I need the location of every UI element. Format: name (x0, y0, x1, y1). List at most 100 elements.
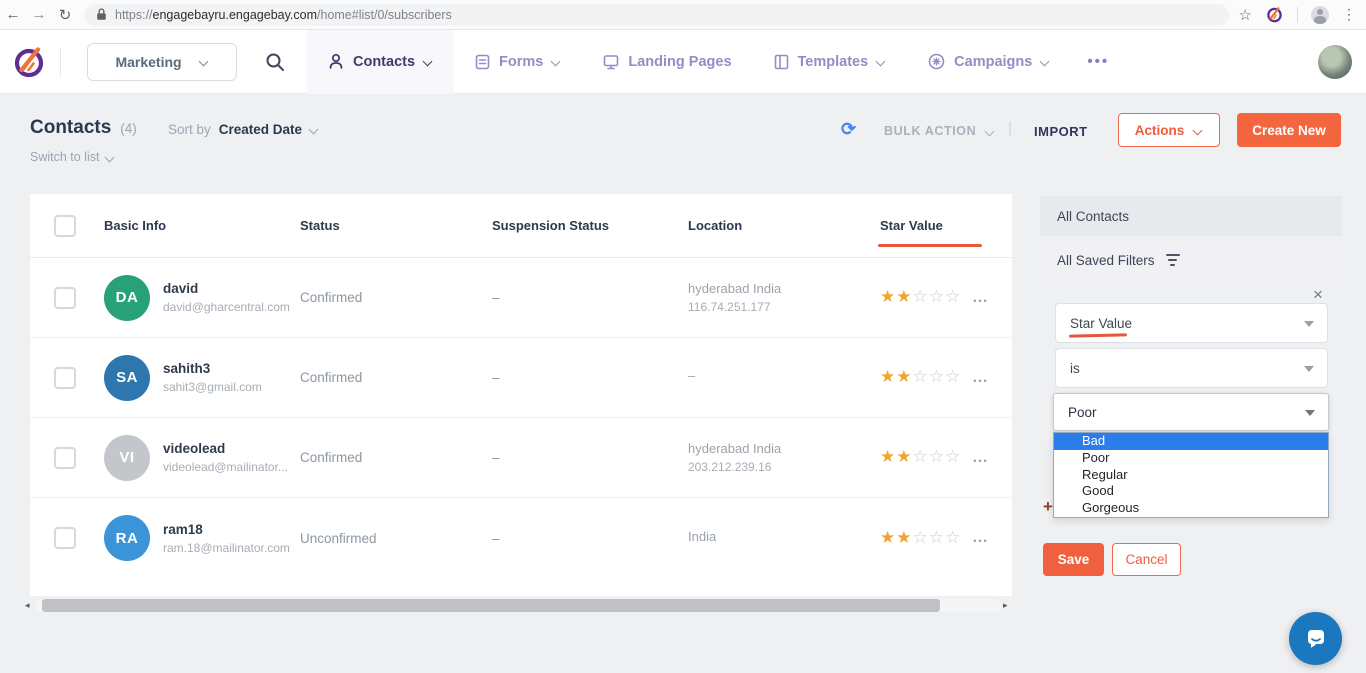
row-checkbox[interactable] (54, 367, 76, 389)
cancel-button[interactable]: Cancel (1112, 543, 1181, 576)
contact-avatar[interactable]: VI (104, 435, 150, 481)
column-header-basic-info[interactable]: Basic Info (104, 218, 300, 233)
url-text: https://engagebayru.engagebay.com/home#l… (115, 8, 452, 22)
star-filled-icon[interactable]: ★ (896, 287, 911, 306)
row-checkbox[interactable] (54, 527, 76, 549)
option-gorgeous[interactable]: Gorgeous (1054, 500, 1328, 517)
star-filled-icon[interactable]: ★ (896, 367, 911, 386)
star-empty-icon[interactable]: ☆ (913, 447, 928, 466)
all-saved-filters-label: All Saved Filters (1057, 253, 1155, 268)
engagebay-extension-icon[interactable] (1265, 5, 1284, 24)
option-regular[interactable]: Regular (1054, 467, 1328, 484)
star-empty-icon[interactable]: ☆ (929, 447, 944, 466)
star-empty-icon[interactable]: ☆ (913, 528, 928, 547)
horizontal-scrollbar[interactable]: ◂ ▸ (25, 598, 1012, 613)
scroll-left-icon[interactable]: ◂ (25, 600, 34, 611)
row-menu-icon[interactable]: ••• (973, 290, 988, 306)
table-row[interactable]: SA sahith3sahit3@gmail.com Confirmed – –… (30, 338, 1012, 418)
search-button[interactable] (265, 52, 285, 72)
close-icon[interactable]: × (1313, 286, 1323, 303)
row-menu-icon[interactable]: ••• (973, 530, 988, 546)
row-menu-icon[interactable]: ••• (973, 450, 988, 466)
sort-by-control[interactable]: Sort by Created Date (168, 122, 319, 137)
star-filled-icon[interactable]: ★ (880, 287, 895, 306)
star-filled-icon[interactable]: ★ (880, 447, 895, 466)
filter-all-saved-filters[interactable]: All Saved Filters (1040, 240, 1342, 280)
nav-item-campaigns[interactable]: Campaigns (907, 30, 1071, 94)
import-button[interactable]: IMPORT (1034, 124, 1088, 139)
browser-profile-icon[interactable] (1311, 6, 1329, 24)
browser-reload-icon[interactable]: ↻ (52, 6, 78, 24)
bulk-action-button[interactable]: BULK ACTION (884, 124, 995, 138)
table-row[interactable]: RA ram18ram.18@mailinator.com Unconfirme… (30, 498, 1012, 578)
contact-name[interactable]: ram18 (163, 522, 290, 537)
row-checkbox[interactable] (54, 287, 76, 309)
star-empty-icon[interactable]: ☆ (929, 287, 944, 306)
nav-item-forms[interactable]: Forms (454, 30, 582, 94)
nav-item-templates[interactable]: Templates (753, 30, 908, 94)
save-button[interactable]: Save (1043, 543, 1104, 576)
chat-widget-button[interactable] (1289, 612, 1342, 665)
add-condition-icon[interactable]: + (1043, 497, 1053, 517)
star-filled-icon[interactable]: ★ (896, 528, 911, 547)
star-empty-icon[interactable]: ☆ (945, 287, 960, 306)
switch-to-list-control[interactable]: Switch to list (30, 150, 115, 164)
toolbar-separator (1297, 7, 1298, 23)
refresh-icon[interactable]: ⟳ (841, 119, 856, 140)
filter-operator-select[interactable]: is (1055, 348, 1328, 388)
filter-all-contacts[interactable]: All Contacts (1040, 196, 1342, 236)
workspace-selector[interactable]: Marketing (87, 43, 237, 81)
create-new-button[interactable]: Create New (1237, 113, 1341, 147)
scrollbar-track[interactable] (36, 599, 1001, 612)
star-filled-icon[interactable]: ★ (880, 367, 895, 386)
star-empty-icon[interactable]: ☆ (929, 528, 944, 547)
table-row[interactable]: DA daviddavid@gharcentral.com Confirmed … (30, 258, 1012, 338)
select-all-checkbox[interactable] (54, 215, 76, 237)
contact-status: Unconfirmed (300, 531, 492, 546)
star-empty-icon[interactable]: ☆ (945, 367, 960, 386)
column-header-suspension-status[interactable]: Suspension Status (492, 218, 688, 233)
contacts-table: Basic Info Status Suspension Status Loca… (30, 194, 1012, 596)
address-bar[interactable]: https://engagebayru.engagebay.com/home#l… (84, 4, 1229, 26)
column-header-star-value[interactable]: Star Value (880, 218, 1012, 233)
browser-menu-icon[interactable]: ⋮ (1342, 6, 1356, 23)
table-row[interactable]: VI videoleadvideolead@mailinator... Conf… (30, 418, 1012, 498)
row-checkbox[interactable] (54, 447, 76, 469)
contact-avatar[interactable]: SA (104, 355, 150, 401)
row-menu-icon[interactable]: ••• (973, 370, 988, 386)
star-empty-icon[interactable]: ☆ (913, 367, 928, 386)
browser-back-icon[interactable]: ← (0, 6, 26, 23)
star-empty-icon[interactable]: ☆ (929, 367, 944, 386)
nav-label: Landing Pages (628, 54, 731, 70)
contact-avatar[interactable]: RA (104, 515, 150, 561)
contact-name[interactable]: sahith3 (163, 361, 262, 376)
scrollbar-thumb[interactable] (42, 599, 940, 612)
filter-field-select[interactable]: Star Value (1055, 303, 1328, 343)
nav-more-menu[interactable]: ••• (1071, 30, 1125, 94)
column-header-location[interactable]: Location (688, 218, 880, 233)
nav-item-landing-pages[interactable]: Landing Pages (582, 30, 752, 94)
star-empty-icon[interactable]: ☆ (945, 447, 960, 466)
actions-button[interactable]: Actions (1118, 113, 1220, 147)
engagebay-logo[interactable] (0, 44, 60, 80)
scroll-right-icon[interactable]: ▸ (1003, 600, 1012, 611)
nav-item-contacts[interactable]: Contacts (307, 30, 454, 94)
filter-value-select[interactable]: Poor (1053, 393, 1329, 431)
browser-forward-icon[interactable]: → (26, 6, 52, 23)
option-poor[interactable]: Poor (1054, 450, 1328, 467)
star-rating: ★★☆☆☆ (880, 448, 961, 467)
bookmark-star-icon[interactable]: ☆ (1239, 6, 1252, 24)
option-bad[interactable]: Bad (1054, 433, 1328, 450)
column-header-status[interactable]: Status (300, 218, 492, 233)
star-filled-icon[interactable]: ★ (896, 447, 911, 466)
contact-avatar[interactable]: DA (104, 275, 150, 321)
user-avatar[interactable] (1318, 45, 1352, 79)
star-empty-icon[interactable]: ☆ (945, 528, 960, 547)
workspace-label: Marketing (115, 54, 181, 70)
contact-name[interactable]: david (163, 281, 290, 296)
star-empty-icon[interactable]: ☆ (913, 287, 928, 306)
sort-underline (878, 244, 982, 247)
option-good[interactable]: Good (1054, 483, 1328, 500)
star-filled-icon[interactable]: ★ (880, 528, 895, 547)
contact-name[interactable]: videolead (163, 441, 288, 456)
